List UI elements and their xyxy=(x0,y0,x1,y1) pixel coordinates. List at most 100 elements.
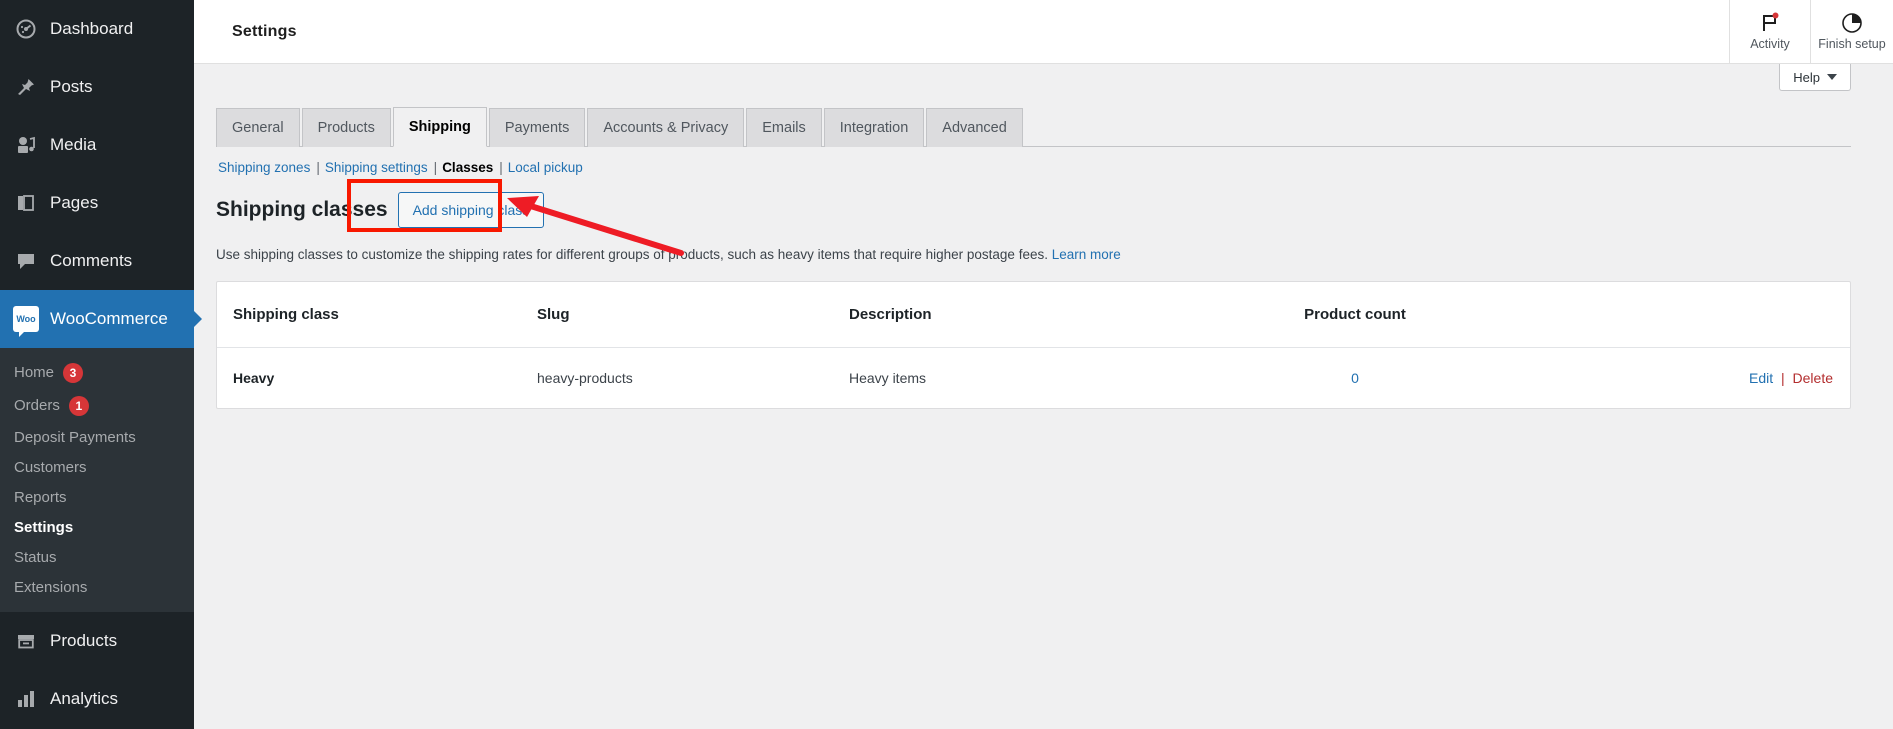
sidebar-subitem-reports[interactable]: Reports xyxy=(0,482,194,512)
page-title: Settings xyxy=(232,23,297,41)
sidebar-item-label: Analytics xyxy=(50,689,118,709)
sidebar-subitem-label: Settings xyxy=(14,519,73,536)
pin-icon xyxy=(11,75,41,99)
sidebar-item-label: Media xyxy=(50,135,96,155)
column-shipping-class: Shipping class xyxy=(217,282,537,348)
sidebar-item-comments[interactable]: Comments xyxy=(0,232,194,290)
tab-shipping[interactable]: Shipping xyxy=(393,107,487,147)
header-actions: Activity Finish setup xyxy=(1729,0,1893,63)
shipping-subnav: Shipping zones | Shipping settings | Cla… xyxy=(216,147,1851,175)
orders-count-badge: 1 xyxy=(69,396,89,416)
tab-payments[interactable]: Payments xyxy=(489,108,585,147)
subnav-separator: | xyxy=(310,160,325,175)
finish-setup-label: Finish setup xyxy=(1818,37,1885,51)
delete-link[interactable]: Delete xyxy=(1793,370,1833,386)
sidebar-item-label: Posts xyxy=(50,77,93,97)
shipping-classes-heading-row: Shipping classes Add shipping class xyxy=(216,192,1851,228)
shipping-classes-description: Use shipping classes to customize the sh… xyxy=(216,245,1851,265)
main-region: Settings Activity Finish setup Hel xyxy=(194,0,1893,729)
cell-actions: Edit | Delete xyxy=(1505,348,1850,409)
woocommerce-header: Settings Activity Finish setup xyxy=(194,0,1893,64)
sidebar-item-dashboard[interactable]: Dashboard xyxy=(0,0,194,58)
sidebar-item-label: Comments xyxy=(50,251,132,271)
description-text: Use shipping classes to customize the sh… xyxy=(216,247,1048,262)
table-header-row: Shipping class Slug Description Product … xyxy=(217,282,1850,348)
cell-description: Heavy items xyxy=(849,348,1205,409)
subnav-classes[interactable]: Classes xyxy=(442,160,493,175)
product-count-link[interactable]: 0 xyxy=(1351,370,1359,386)
chevron-down-icon xyxy=(1827,74,1837,80)
shipping-classes-table: Shipping class Slug Description Product … xyxy=(216,281,1851,409)
progress-circle-icon xyxy=(1841,12,1863,34)
subnav-shipping-zones[interactable]: Shipping zones xyxy=(218,160,310,175)
sidebar-subitem-deposit-payments[interactable]: Deposit Payments xyxy=(0,422,194,452)
add-shipping-class-button[interactable]: Add shipping class xyxy=(398,192,545,228)
action-separator: | xyxy=(1777,370,1789,386)
sidebar-subitem-label: Orders xyxy=(14,397,60,414)
sidebar-item-label: Products xyxy=(50,631,117,651)
finish-setup-button[interactable]: Finish setup xyxy=(1811,0,1893,63)
activity-button[interactable]: Activity xyxy=(1729,0,1811,63)
settings-content: General Products Shipping Payments Accou… xyxy=(194,100,1893,409)
sidebar-item-analytics[interactable]: Analytics xyxy=(0,670,194,728)
cell-product-count: 0 xyxy=(1205,348,1505,409)
woocommerce-submenu: Home 3 Orders 1 Deposit Payments Custome… xyxy=(0,348,194,612)
sidebar-subitem-customers[interactable]: Customers xyxy=(0,452,194,482)
sidebar-item-posts[interactable]: Posts xyxy=(0,58,194,116)
admin-page: Dashboard Posts Media Pages Comments xyxy=(0,0,1893,729)
cell-slug: heavy-products xyxy=(537,348,849,409)
sidebar-subitem-status[interactable]: Status xyxy=(0,542,194,572)
edit-link[interactable]: Edit xyxy=(1749,370,1773,386)
subnav-local-pickup[interactable]: Local pickup xyxy=(508,160,583,175)
sidebar-subitem-label: Status xyxy=(14,549,57,566)
help-button[interactable]: Help xyxy=(1779,64,1851,91)
column-actions xyxy=(1505,282,1850,348)
tab-products[interactable]: Products xyxy=(302,108,391,147)
sidebar-item-woocommerce[interactable]: Woo WooCommerce xyxy=(0,290,194,348)
pages-icon xyxy=(11,191,41,215)
activity-label: Activity xyxy=(1750,37,1790,51)
comments-icon xyxy=(11,249,41,273)
sidebar-subitem-label: Home xyxy=(14,364,54,381)
sidebar-item-pages[interactable]: Pages xyxy=(0,174,194,232)
tab-emails[interactable]: Emails xyxy=(746,108,822,147)
sidebar-subitem-extensions[interactable]: Extensions xyxy=(0,572,194,602)
cell-shipping-class: Heavy xyxy=(217,348,537,409)
analytics-icon xyxy=(11,687,41,711)
column-product-count: Product count xyxy=(1205,282,1505,348)
sidebar-subitem-orders[interactable]: Orders 1 xyxy=(0,389,194,422)
media-icon xyxy=(11,133,41,157)
sidebar-item-label: WooCommerce xyxy=(50,309,168,329)
sidebar-subitem-home[interactable]: Home 3 xyxy=(0,356,194,389)
sidebar-subitem-label: Extensions xyxy=(14,579,87,596)
sidebar-item-media[interactable]: Media xyxy=(0,116,194,174)
sidebar-subitem-settings[interactable]: Settings xyxy=(0,512,194,542)
subnav-separator: | xyxy=(428,160,443,175)
admin-sidebar: Dashboard Posts Media Pages Comments xyxy=(0,0,194,729)
sidebar-item-label: Dashboard xyxy=(50,19,133,39)
table-row: Heavy heavy-products Heavy items 0 Edit … xyxy=(217,348,1850,409)
help-bar: Help xyxy=(194,64,1893,100)
sidebar-item-label: Pages xyxy=(50,193,98,213)
dashboard-icon xyxy=(11,17,41,41)
tab-integration[interactable]: Integration xyxy=(824,108,925,147)
settings-tabs: General Products Shipping Payments Accou… xyxy=(216,106,1851,147)
tab-accounts-privacy[interactable]: Accounts & Privacy xyxy=(587,108,744,147)
subnav-separator: | xyxy=(493,160,508,175)
woocommerce-icon: Woo xyxy=(11,307,41,331)
subnav-shipping-settings[interactable]: Shipping settings xyxy=(325,160,428,175)
learn-more-link[interactable]: Learn more xyxy=(1052,247,1121,262)
sidebar-subitem-label: Customers xyxy=(14,459,87,476)
sidebar-item-products[interactable]: Products xyxy=(0,612,194,670)
home-count-badge: 3 xyxy=(63,363,83,383)
flag-icon xyxy=(1759,12,1781,34)
sidebar-subitem-label: Reports xyxy=(14,489,67,506)
sidebar-subitem-label: Deposit Payments xyxy=(14,429,136,446)
products-icon xyxy=(11,629,41,653)
tab-advanced[interactable]: Advanced xyxy=(926,108,1023,147)
column-description: Description xyxy=(849,282,1205,348)
tab-general[interactable]: General xyxy=(216,108,300,147)
column-slug: Slug xyxy=(537,282,849,348)
help-label: Help xyxy=(1793,70,1820,85)
shipping-classes-heading: Shipping classes xyxy=(216,198,388,222)
